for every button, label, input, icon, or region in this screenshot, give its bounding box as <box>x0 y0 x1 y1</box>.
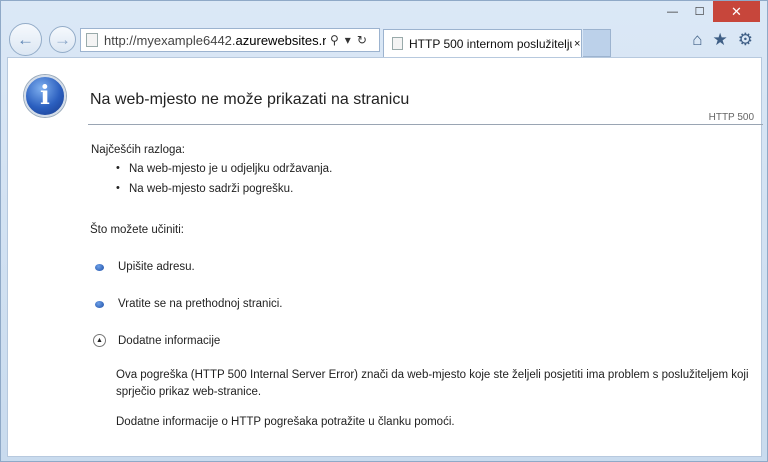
close-window-button[interactable]: ✕ <box>713 1 760 22</box>
back-button[interactable]: ← <box>9 23 42 56</box>
tab-active[interactable]: HTTP 500 internom poslužitelju Err... × <box>383 29 582 57</box>
window-controls: — ☐ ✕ <box>659 1 760 22</box>
forward-arrow-icon: → <box>54 29 71 49</box>
minimize-button[interactable]: — <box>659 1 686 22</box>
back-arrow-icon: ← <box>17 29 34 49</box>
dropdown-icon[interactable]: ▾ <box>345 33 351 47</box>
causes-heading: Najčešćih razloga: <box>91 144 185 156</box>
bullet-icon <box>95 300 104 308</box>
bullet-icon <box>95 263 104 271</box>
divider <box>88 124 763 125</box>
more-info-label: Dodatne informacije <box>118 334 221 347</box>
list-item: Na web-mjesto je u odjeljku održavanja. <box>116 161 332 182</box>
browser-window: — ☐ ✕ ← → http://myexample6442.azurewebs… <box>0 0 768 462</box>
more-info-paragraph: Ova pogreška (HTTP 500 Internal Server E… <box>116 369 749 398</box>
collapse-arrow-icon[interactable]: ▲ <box>93 334 106 347</box>
http-status-code: HTTP 500 <box>708 112 754 123</box>
forward-button[interactable]: → <box>49 26 76 53</box>
todo-heading: Što možete učiniti: <box>90 224 184 236</box>
new-tab-button[interactable] <box>583 29 611 57</box>
refresh-icon[interactable]: ↻ <box>357 33 367 47</box>
home-icon[interactable]: ⌂ <box>692 30 702 50</box>
tab-close-icon[interactable]: × <box>574 38 580 50</box>
gear-icon[interactable]: ⚙ <box>738 30 753 50</box>
page-content: i Na web-mjesto ne može prikazati na str… <box>7 57 763 457</box>
causes-list: Na web-mjesto je u odjeljku održavanja. … <box>116 161 332 202</box>
url-domain: azurewebsites.net/ <box>235 32 326 48</box>
info-glyph: i <box>40 81 50 111</box>
tab-title: HTTP 500 internom poslužitelju Err... <box>409 36 572 51</box>
search-icon[interactable]: ⚲ <box>330 33 339 47</box>
help-article-paragraph: Dodatne informacije o HTTP pogrešaka pot… <box>116 416 455 428</box>
maximize-button[interactable]: ☐ <box>686 1 713 22</box>
list-item: Na web-mjesto sadrži pogrešku. <box>116 181 332 202</box>
more-info-panel: Ova pogreška (HTTP 500 Internal Server E… <box>116 367 756 431</box>
url-prefix: http://myexample6442. <box>104 32 236 48</box>
browser-toolbar: ⌂ ★ ⚙ <box>692 30 753 50</box>
action-label: Upišite adresu. <box>118 261 195 273</box>
url-text[interactable]: http://myexample6442.azurewebsites.net/ <box>104 33 326 48</box>
page-title: Na web-mjesto ne može prikazati na stran… <box>90 91 410 108</box>
favorites-star-icon[interactable]: ★ <box>713 30 728 50</box>
page-icon <box>86 33 98 47</box>
go-back-link[interactable]: Vratite se na prethodnoj stranici. <box>95 298 283 310</box>
retype-address-link[interactable]: Upišite adresu. <box>95 261 195 273</box>
action-label: Vratite se na prethodnoj stranici. <box>118 298 283 310</box>
info-icon: i <box>24 75 66 117</box>
more-info-toggle[interactable]: ▲ Dodatne informacije <box>93 334 220 347</box>
address-bar[interactable]: http://myexample6442.azurewebsites.net/ … <box>80 28 380 52</box>
arrow-up-glyph: ▲ <box>96 337 103 344</box>
tab-page-icon <box>392 37 403 50</box>
